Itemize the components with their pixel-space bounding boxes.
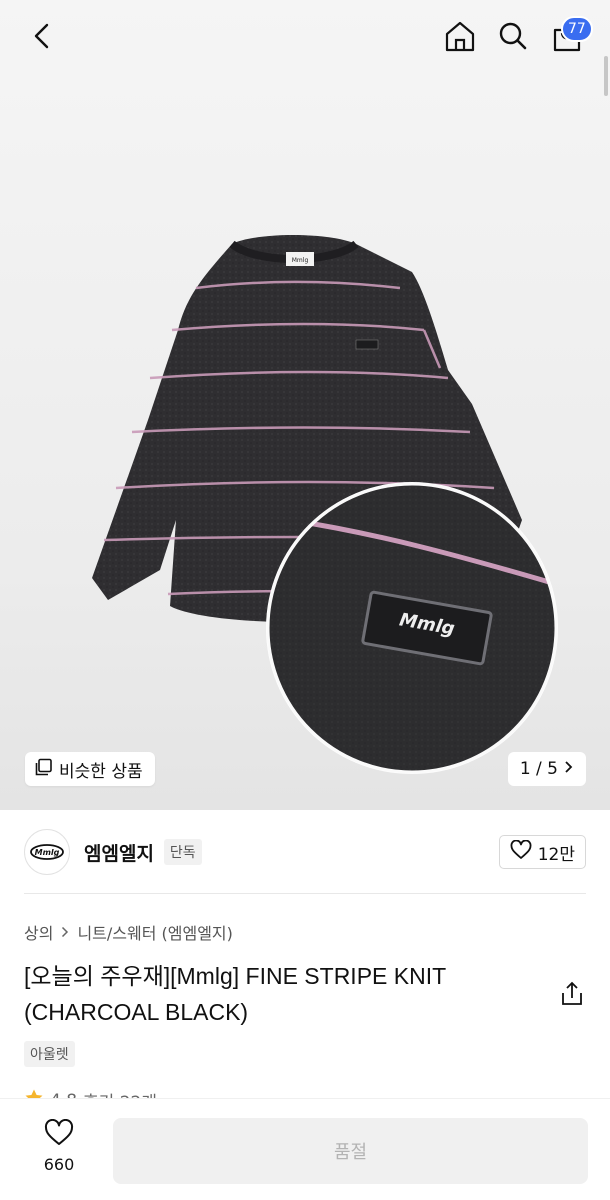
- brand-logo-text: Mmlg: [34, 847, 60, 857]
- wishlist-button[interactable]: 660: [24, 1119, 94, 1174]
- svg-text:Mmlg: Mmlg: [292, 257, 309, 264]
- brand-like-count: 12만: [537, 844, 575, 865]
- cart-button[interactable]: 77: [547, 16, 593, 58]
- similar-products-label: 비슷한 상품: [59, 761, 143, 782]
- brand-logo[interactable]: Mmlg: [24, 829, 70, 875]
- bottom-action-bar: 660 품절: [0, 1098, 610, 1200]
- heart-icon: [44, 1119, 74, 1151]
- copy-icon: [35, 758, 53, 781]
- search-icon: [498, 21, 528, 55]
- soldout-button[interactable]: 품절: [113, 1118, 588, 1184]
- cart-count-badge: 77: [561, 16, 593, 42]
- share-button[interactable]: [558, 980, 586, 1008]
- brand-like-button[interactable]: 12만: [498, 835, 586, 869]
- home-button[interactable]: [440, 18, 480, 58]
- breadcrumb: 상의 니트/스웨터 (엠엠엘지): [24, 920, 233, 944]
- chevron-left-icon: [32, 22, 52, 54]
- breadcrumb-category[interactable]: 상의: [24, 920, 53, 944]
- sweater-image: Mmlg: [92, 235, 558, 774]
- product-image-carousel[interactable]: Mmlg Mmlg 비슷한 상품 1 / 5: [0, 0, 610, 810]
- divider: [24, 893, 586, 894]
- exclusive-badge: 단독: [163, 839, 202, 865]
- back-button[interactable]: [22, 18, 62, 58]
- heart-icon: [510, 839, 532, 865]
- search-button[interactable]: [493, 18, 533, 58]
- chevron-right-icon: [564, 759, 574, 779]
- home-icon: [444, 20, 476, 56]
- brand-name[interactable]: 엠엠엘지: [84, 839, 154, 866]
- brand-row[interactable]: Mmlg 엠엠엘지 단독 12만: [24, 828, 586, 876]
- image-pager[interactable]: 1 / 5: [507, 752, 586, 786]
- top-bar: 77: [0, 0, 610, 80]
- wishlist-count: 660: [43, 1155, 75, 1174]
- breadcrumb-subcategory[interactable]: 니트/스웨터 (엠엠엘지): [77, 920, 232, 944]
- similar-products-button[interactable]: 비슷한 상품: [25, 752, 155, 786]
- outlet-badge: 아울렛: [24, 1041, 75, 1067]
- pager-label: 1 / 5: [519, 759, 558, 779]
- product-title: [오늘의 주우재][Mmlg] FINE STRIPE KNIT (CHARCO…: [24, 963, 446, 1025]
- chevron-right-icon: [61, 923, 69, 942]
- share-icon: [558, 981, 586, 1012]
